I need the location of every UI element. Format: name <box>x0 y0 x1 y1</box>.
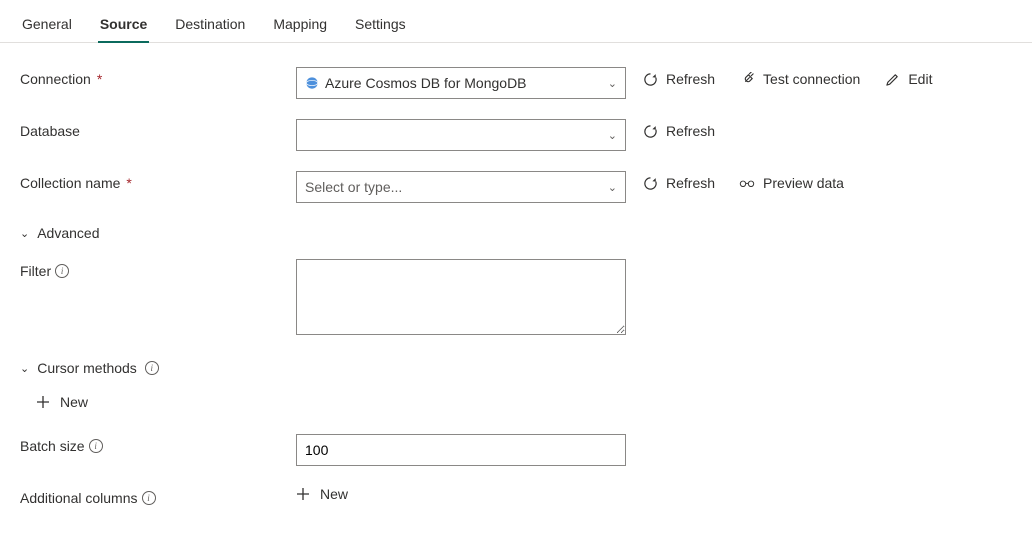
refresh-icon <box>642 175 658 191</box>
tab-bar: General Source Destination Mapping Setti… <box>0 0 1032 43</box>
collection-name-select[interactable]: Select or type... ⌄ <box>296 171 626 203</box>
advanced-label: Advanced <box>37 225 99 241</box>
additional-columns-label: Additional columns <box>20 490 138 506</box>
required-asterisk: * <box>97 71 102 87</box>
preview-data-label: Preview data <box>763 175 844 191</box>
cursor-methods-label: Cursor methods <box>37 360 137 376</box>
batch-size-input[interactable] <box>305 435 617 465</box>
source-form: Connection * Azure Cosmos DB for MongoDB… <box>0 43 1032 526</box>
new-label: New <box>60 394 88 410</box>
connection-value: Azure Cosmos DB for MongoDB <box>325 75 608 91</box>
refresh-icon <box>642 123 658 139</box>
plug-icon <box>739 71 755 87</box>
preview-data-button[interactable]: Preview data <box>739 175 844 191</box>
edit-label: Edit <box>908 71 932 87</box>
edit-button[interactable]: Edit <box>884 71 932 87</box>
batch-size-label: Batch size <box>20 438 85 454</box>
tab-source[interactable]: Source <box>98 12 149 42</box>
database-select[interactable]: ⌄ <box>296 119 626 151</box>
pencil-icon <box>884 71 900 87</box>
refresh-label: Refresh <box>666 123 715 139</box>
cursor-methods-new-button[interactable]: New <box>36 394 1012 410</box>
collection-placeholder: Select or type... <box>305 179 608 195</box>
chevron-down-icon: ⌄ <box>608 77 617 90</box>
chevron-down-icon: ⌄ <box>20 362 29 375</box>
additional-columns-new-button[interactable]: New <box>296 486 626 502</box>
filter-textarea[interactable] <box>296 259 626 335</box>
required-asterisk: * <box>126 175 131 191</box>
info-icon[interactable]: i <box>145 361 159 375</box>
database-label: Database <box>20 123 80 139</box>
chevron-down-icon: ⌄ <box>608 181 617 194</box>
collection-name-label: Collection name <box>20 175 120 191</box>
refresh-label: Refresh <box>666 71 715 87</box>
info-icon[interactable]: i <box>55 264 69 278</box>
plus-icon <box>36 395 50 409</box>
plus-icon <box>296 487 310 501</box>
tab-settings[interactable]: Settings <box>353 12 408 42</box>
database-refresh-button[interactable]: Refresh <box>642 123 715 139</box>
chevron-down-icon: ⌄ <box>20 227 29 240</box>
info-icon[interactable]: i <box>89 439 103 453</box>
refresh-label: Refresh <box>666 175 715 191</box>
cursor-methods-toggle[interactable]: ⌄ Cursor methods i <box>20 358 159 378</box>
connection-label: Connection <box>20 71 91 87</box>
filter-label: Filter <box>20 263 51 279</box>
info-icon[interactable]: i <box>142 491 156 505</box>
connection-select[interactable]: Azure Cosmos DB for MongoDB ⌄ <box>296 67 626 99</box>
advanced-toggle[interactable]: ⌄ Advanced <box>20 223 100 243</box>
test-connection-label: Test connection <box>763 71 860 87</box>
chevron-down-icon: ⌄ <box>608 129 617 142</box>
refresh-icon <box>642 71 658 87</box>
test-connection-button[interactable]: Test connection <box>739 71 860 87</box>
tab-mapping[interactable]: Mapping <box>271 12 329 42</box>
connection-refresh-button[interactable]: Refresh <box>642 71 715 87</box>
collection-refresh-button[interactable]: Refresh <box>642 175 715 191</box>
tab-general[interactable]: General <box>20 12 74 42</box>
cosmosdb-icon <box>305 76 319 90</box>
tab-destination[interactable]: Destination <box>173 12 247 42</box>
new-label: New <box>320 486 348 502</box>
glasses-icon <box>739 175 755 191</box>
